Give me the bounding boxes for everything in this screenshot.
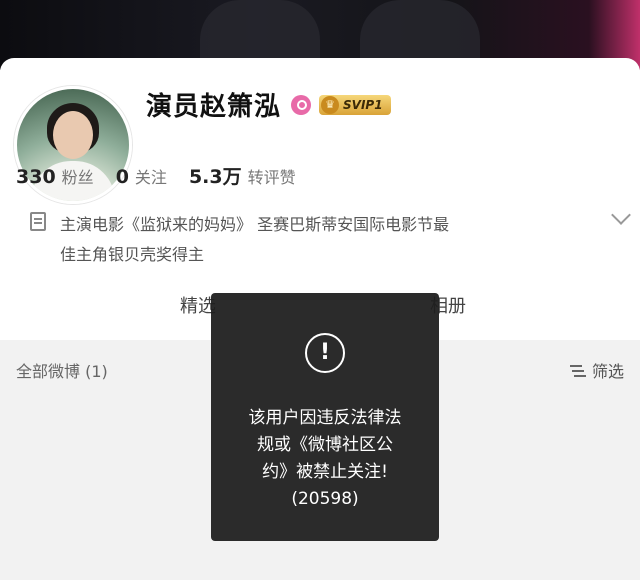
toast-message: 该用户因违反法律法 规或《微博社区公 约》被禁止关注! (20598): [221, 405, 429, 513]
following-count[interactable]: 0: [116, 166, 129, 188]
filter-label: 筛选: [592, 362, 625, 381]
exclamation-icon: !: [305, 333, 345, 373]
all-posts-label[interactable]: 全部微博 (1): [16, 358, 108, 382]
bio-line-2: 佳主角银贝壳奖得主: [60, 245, 205, 264]
interactions-label: 转评赞: [247, 168, 296, 187]
verified-badge-icon[interactable]: [291, 94, 312, 115]
filter-button[interactable]: 筛选: [570, 358, 624, 382]
toast-error-code: (20598): [291, 489, 359, 509]
document-icon: [30, 212, 46, 231]
crown-icon: ♛: [321, 95, 340, 114]
toast-line-1: 该用户因违反法律法: [248, 408, 402, 428]
followers-label[interactable]: 粉丝: [62, 164, 94, 188]
profile-stats: 330 粉丝 0 关注 5.3万 转评赞: [16, 162, 318, 189]
interactions-count: 5.3万: [188, 166, 242, 188]
profile-name-row: 演员赵箫泓 ♛ SVIP1: [146, 86, 391, 123]
profile-name: 演员赵箫泓: [146, 92, 282, 122]
toast-line-2: 规或《微博社区公: [257, 435, 393, 455]
profile-bio[interactable]: 主演电影《监狱来的妈妈》 圣赛巴斯蒂安国际电影节最 佳主角银贝壳奖得主: [30, 210, 590, 270]
filter-icon: [570, 363, 586, 377]
svip-label: SVIP1: [343, 97, 383, 112]
svip-badge[interactable]: ♛ SVIP1: [319, 94, 391, 115]
avatar-face: [53, 111, 93, 159]
following-label[interactable]: 关注: [135, 164, 167, 188]
toast-line-3: 约》被禁止关注!: [262, 462, 388, 482]
followers-count[interactable]: 330: [16, 166, 56, 188]
bio-line-1: 主演电影《监狱来的妈妈》 圣赛巴斯蒂安国际电影节最: [60, 215, 450, 234]
error-toast: ! 该用户因违反法律法 规或《微博社区公 约》被禁止关注! (20598): [211, 293, 439, 541]
